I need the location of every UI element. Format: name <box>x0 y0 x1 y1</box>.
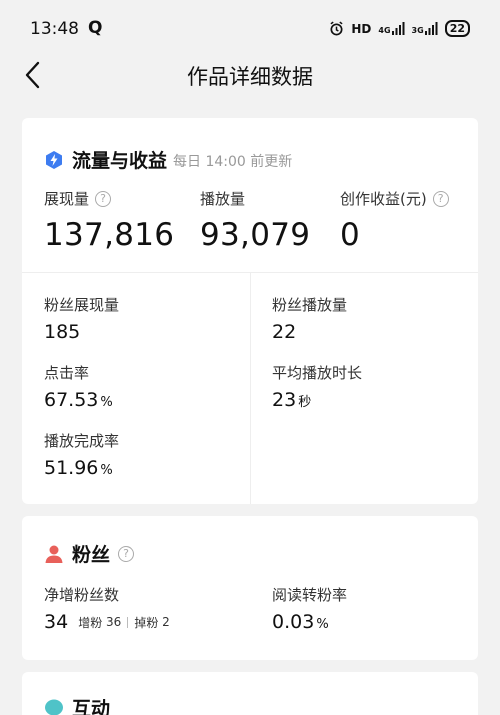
fan-plays-value: 22 <box>272 321 297 343</box>
fan-plays-label: 粉丝播放量 <box>272 296 348 314</box>
earnings-value: 0 <box>340 217 361 253</box>
traffic-card-header: 流量与收益 每日 14:00 前更新 <box>44 146 292 173</box>
fans-breakdown: 增粉 36 掉粉 2 <box>78 614 170 631</box>
nav-bar: 作品详细数据 <box>0 58 500 98</box>
net-fans-value: 34 <box>44 611 69 633</box>
interaction-card: 互动 <box>22 672 478 715</box>
ctr-label: 点击率 <box>44 364 90 382</box>
hd-label: HD <box>351 21 372 36</box>
avg-duration-unit: 秒 <box>298 395 312 410</box>
app-notification-icon: Q <box>88 18 103 38</box>
alarm-icon <box>330 21 343 36</box>
plays-label: 播放量 <box>200 190 246 208</box>
gain-label: 增粉 <box>78 615 103 630</box>
fan-impressions-metric: 粉丝展现量 185 <box>44 294 119 343</box>
traffic-earnings-card: 流量与收益 每日 14:00 前更新 展现量? 137,816 播放量 93,0… <box>22 118 478 504</box>
ctr-value: 67.53 <box>44 389 99 411</box>
fans-card: 粉丝 ? 净增粉丝数 34 增粉 36 掉粉 2 阅读转粉率 0.03% <box>22 516 478 660</box>
fans-card-title: 粉丝 <box>72 544 111 566</box>
status-indicators: HD 4G 3G 22 <box>329 20 470 37</box>
conversion-value: 0.03 <box>272 611 315 633</box>
chat-bubble-icon <box>45 699 63 715</box>
completion-unit: % <box>100 463 113 478</box>
update-note: 每日 14:00 前更新 <box>173 154 293 170</box>
conversion-unit: % <box>316 617 329 632</box>
avg-duration-label: 平均播放时长 <box>272 364 363 382</box>
divider <box>250 272 251 504</box>
impressions-value: 137,816 <box>44 217 175 253</box>
interaction-card-title: 互动 <box>72 698 111 715</box>
traffic-card-title: 流量与收益 <box>72 150 168 172</box>
help-icon[interactable]: ? <box>95 190 112 207</box>
completion-value: 51.96 <box>44 457 99 479</box>
completion-metric: 播放完成率 51.96% <box>44 430 119 479</box>
completion-label: 播放完成率 <box>44 432 120 450</box>
net-fans-metric: 净增粉丝数 34 增粉 36 掉粉 2 <box>44 584 170 633</box>
plays-value: 93,079 <box>200 217 311 253</box>
page-title: 作品详细数据 <box>187 65 313 89</box>
status-bar: 13:48 Q HD 4G 3G 22 <box>0 0 500 58</box>
loss-value: 2 <box>162 615 170 629</box>
person-icon <box>45 545 63 563</box>
signal-4g-icon: 4G <box>378 22 405 35</box>
avg-duration-value: 23 <box>272 389 297 411</box>
ctr-metric: 点击率 67.53% <box>44 362 113 411</box>
ctr-unit: % <box>100 395 113 410</box>
help-icon[interactable]: ? <box>118 545 135 562</box>
impressions-label: 展现量 <box>44 190 90 208</box>
interaction-card-header: 互动 <box>44 694 110 715</box>
avg-duration-metric: 平均播放时长 23 秒 <box>272 362 362 411</box>
fan-impressions-value: 185 <box>44 321 81 343</box>
impressions-metric: 展现量? 137,816 <box>44 188 174 253</box>
earnings-metric: 创作收益(元)? 0 <box>340 188 449 253</box>
earnings-label: 创作收益(元) <box>340 190 427 208</box>
chevron-left-icon <box>25 61 40 89</box>
help-icon[interactable]: ? <box>432 190 449 207</box>
net-fans-label: 净增粉丝数 <box>44 586 120 604</box>
conversion-label: 阅读转粉率 <box>272 586 348 604</box>
gain-value: 36 <box>106 615 122 629</box>
fans-card-header: 粉丝 ? <box>44 540 135 567</box>
status-time: 13:48 <box>30 19 79 39</box>
battery-icon: 22 <box>444 20 470 37</box>
fan-plays-metric: 粉丝播放量 22 <box>272 294 347 343</box>
loss-label: 掉粉 <box>134 615 159 630</box>
signal-3g-icon: 3G <box>412 22 438 35</box>
lightning-icon <box>46 150 62 169</box>
conversion-metric: 阅读转粉率 0.03% <box>272 584 347 633</box>
fan-impressions-label: 粉丝展现量 <box>44 296 120 314</box>
plays-metric: 播放量 93,079 <box>200 188 310 253</box>
back-button[interactable] <box>18 58 46 92</box>
